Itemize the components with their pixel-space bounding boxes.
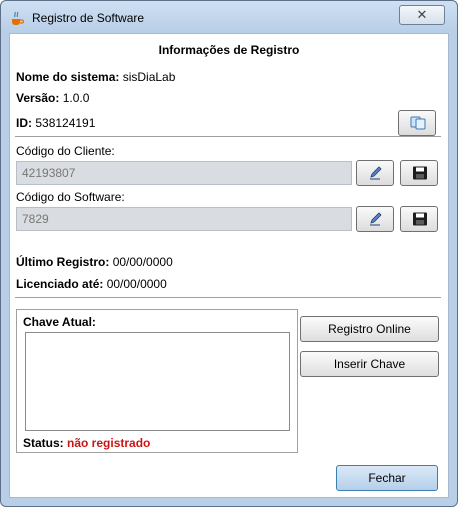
close-icon: ✕ xyxy=(416,7,428,22)
copy-id-button[interactable] xyxy=(398,110,436,136)
section-title: Informações de Registro xyxy=(158,43,300,57)
software-code-label: Código do Software: xyxy=(16,190,125,204)
id-row: ID: 538124191 xyxy=(16,116,95,130)
version-label: Versão: xyxy=(16,91,60,105)
pencil-icon xyxy=(370,212,382,226)
content-panel: Informações de Registro Nome do sistema:… xyxy=(9,33,449,498)
system-name-row: Nome do sistema: sisDiaLab xyxy=(16,70,175,84)
licensed-until-label: Licenciado até: xyxy=(16,277,104,291)
copy-icon xyxy=(410,116,426,130)
status-label: Status: xyxy=(23,436,64,450)
last-registration-label: Último Registro: xyxy=(16,255,110,269)
licensed-until-row: Licenciado até: 00/00/0000 xyxy=(16,277,167,291)
title-bar: Registro de Software ✕ xyxy=(1,1,457,33)
id-label: ID: xyxy=(16,116,32,130)
client-code-field[interactable]: 42193807 xyxy=(16,161,352,185)
save-software-code-button[interactable] xyxy=(400,206,438,232)
floppy-disk-icon xyxy=(413,166,427,180)
id-value: 538124191 xyxy=(35,116,96,130)
registration-window: Registro de Software ✕ Informações de Re… xyxy=(0,0,458,507)
current-key-panel: Chave Atual: Status: não registrado xyxy=(16,309,298,453)
last-registration-row: Último Registro: 00/00/0000 xyxy=(16,255,173,269)
floppy-disk-icon xyxy=(413,212,427,226)
version-value: 1.0.0 xyxy=(62,91,90,105)
current-key-textarea[interactable] xyxy=(25,332,290,431)
edit-software-code-button[interactable] xyxy=(356,206,394,232)
status-value: não registrado xyxy=(67,436,151,450)
java-cup-icon xyxy=(12,11,25,25)
licensed-until-value: 00/00/0000 xyxy=(106,277,167,291)
save-client-code-button[interactable] xyxy=(400,160,438,186)
version-row: Versão: 1.0.0 xyxy=(16,91,89,105)
online-registration-button[interactable]: Registro Online xyxy=(300,316,439,342)
client-code-label: Código do Cliente: xyxy=(16,144,115,158)
edit-client-code-button[interactable] xyxy=(356,160,394,186)
close-button[interactable]: Fechar xyxy=(336,465,438,491)
separator-top xyxy=(15,136,441,137)
window-close-button[interactable]: ✕ xyxy=(399,5,445,25)
pencil-icon xyxy=(370,166,382,180)
current-key-title: Chave Atual: xyxy=(23,315,96,329)
system-name-value: sisDiaLab xyxy=(122,70,176,84)
status-row: Status: não registrado xyxy=(23,436,150,450)
last-registration-value: 00/00/0000 xyxy=(112,255,173,269)
separator-bottom xyxy=(15,297,441,298)
insert-key-button[interactable]: Inserir Chave xyxy=(300,351,439,377)
window-title: Registro de Software xyxy=(32,11,145,25)
system-name-label: Nome do sistema: xyxy=(16,70,120,84)
software-code-field[interactable]: 7829 xyxy=(16,207,352,231)
